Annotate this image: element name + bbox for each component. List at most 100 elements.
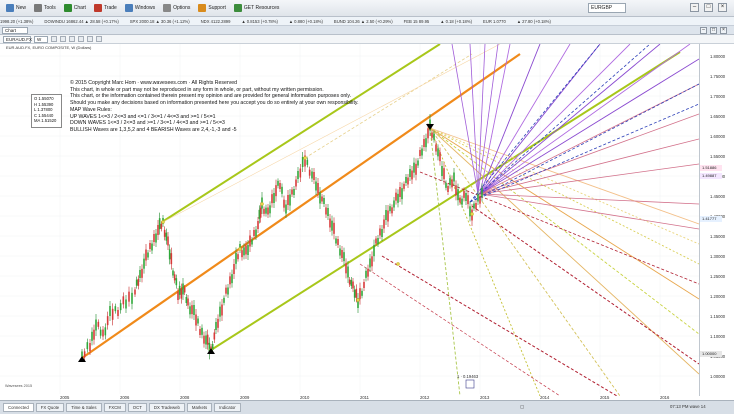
minimize-button[interactable]: – bbox=[690, 3, 699, 12]
candle-body bbox=[381, 229, 383, 237]
candle-body bbox=[131, 292, 133, 304]
chart-symbol-input[interactable]: EURAUD.FX bbox=[3, 35, 32, 43]
chart-window-bar: Chart – □ × bbox=[0, 26, 734, 35]
candle-body bbox=[415, 163, 417, 175]
symbol-search-input[interactable]: EURGBP bbox=[588, 3, 626, 13]
candle-body bbox=[437, 148, 439, 157]
text-tool-icon[interactable] bbox=[87, 36, 93, 42]
candle-body bbox=[445, 182, 447, 188]
tab-indicator[interactable]: Indicator bbox=[214, 403, 241, 412]
price-axis-label: 1.00000 bbox=[710, 374, 726, 379]
ticker-item[interactable]: NDX 4122.2899 bbox=[201, 19, 231, 24]
candle-body bbox=[301, 157, 304, 167]
support-button[interactable]: Support bbox=[195, 2, 229, 15]
tab-fxcm[interactable]: FXCM bbox=[103, 403, 126, 412]
ticker-item[interactable]: DOWINDU 16862.44 ▲ 28.58 (+0.17%) bbox=[44, 19, 118, 24]
price-chart[interactable]: EUR.AUD.FX, EURO COMPOSITE, W (Dollars) … bbox=[0, 44, 734, 400]
candle-body bbox=[125, 299, 127, 309]
candle-body bbox=[295, 179, 297, 187]
ticker-item[interactable]: BUND 104.26 ▲ 2.50 (+0.29%) bbox=[334, 19, 393, 24]
zoom-tool-icon[interactable] bbox=[69, 36, 75, 42]
ticker-item[interactable]: ▲ 0.18 (+0.18%) bbox=[440, 19, 472, 24]
candle-body bbox=[265, 207, 267, 214]
ticker-item[interactable]: 1998.20 (+1.38%) bbox=[0, 19, 33, 24]
ticker-item[interactable]: EUR 1.0770 bbox=[483, 19, 506, 24]
price-axis-label: 1.35000 bbox=[710, 234, 726, 239]
price-axis-label: 1.20000 bbox=[710, 294, 726, 299]
candle-body bbox=[205, 335, 207, 345]
candle-body bbox=[403, 183, 405, 189]
candle-body bbox=[401, 188, 403, 200]
candle-body bbox=[109, 306, 111, 316]
candle-body bbox=[479, 195, 481, 204]
tab-dx-tradeweb[interactable]: DX Tradeweb bbox=[148, 403, 185, 412]
candle-body bbox=[263, 208, 265, 214]
ticker-item[interactable]: SPX 2000.18 ▲ 30.36 (+1.12%) bbox=[130, 19, 190, 24]
ticker-item[interactable]: ▲ 27.80 (+0.18%) bbox=[517, 19, 551, 24]
purple-fan-line bbox=[479, 58, 699, 195]
trade-button[interactable]: Trade bbox=[91, 2, 120, 15]
crosshair-tool-icon[interactable] bbox=[60, 36, 66, 42]
timeframe-select[interactable]: W bbox=[34, 35, 48, 43]
price-candles bbox=[81, 114, 483, 361]
candle-body bbox=[277, 180, 279, 186]
ticker-item[interactable]: ▲ 0.8153 (+0.78%) bbox=[241, 19, 277, 24]
resources-icon bbox=[233, 4, 242, 12]
candle-body bbox=[119, 303, 122, 311]
chart-minimize-button[interactable]: – bbox=[700, 27, 707, 34]
status-scroll-handle[interactable]: ▢ bbox=[520, 404, 524, 410]
chart-toolbar: EURAUD.FX W bbox=[0, 35, 734, 44]
candle-body bbox=[217, 318, 219, 328]
candle-body bbox=[433, 133, 435, 140]
chart-close-button[interactable]: × bbox=[720, 27, 727, 34]
quote-ticker: 1998.20 (+1.38%) DOWINDU 16862.44 ▲ 28.5… bbox=[0, 17, 734, 26]
tab-oct[interactable]: OCT bbox=[127, 403, 147, 412]
close-button[interactable]: × bbox=[718, 3, 727, 12]
candle-body bbox=[335, 238, 337, 244]
candle-body bbox=[165, 232, 168, 241]
tab-fx-quote[interactable]: FX Quote bbox=[35, 403, 65, 412]
draw-line-tool-icon[interactable] bbox=[51, 36, 57, 42]
new-button[interactable]: New bbox=[3, 2, 29, 15]
candle-body bbox=[425, 138, 427, 148]
resources-button[interactable]: GET Resources bbox=[231, 2, 282, 15]
candle-body bbox=[477, 194, 479, 202]
candle-body bbox=[206, 334, 209, 345]
tab-time-sales[interactable]: Time & Sales bbox=[66, 403, 102, 412]
candle-body bbox=[241, 250, 243, 258]
windows-icon bbox=[124, 4, 133, 12]
tab-markets[interactable]: Markets bbox=[186, 403, 213, 412]
candle-body bbox=[327, 208, 329, 216]
indicator-tool-icon[interactable] bbox=[96, 36, 102, 42]
candle-body bbox=[417, 160, 419, 166]
candle-body bbox=[371, 256, 373, 267]
ticker-item[interactable]: FEB 15 89.95 bbox=[404, 19, 430, 24]
options-icon bbox=[163, 4, 172, 12]
candle-body bbox=[343, 252, 345, 262]
price-axis-label: 1.45000 bbox=[710, 194, 726, 199]
options-button[interactable]: Options bbox=[160, 2, 193, 15]
candle-body bbox=[134, 289, 136, 295]
chart-button[interactable]: Chart bbox=[61, 2, 89, 15]
chart-maximize-button[interactable]: □ bbox=[710, 27, 717, 34]
windows-button[interactable]: Windows bbox=[122, 2, 158, 15]
candle-body bbox=[170, 253, 173, 265]
pitchfork-tool-icon[interactable] bbox=[78, 36, 84, 42]
candle-body bbox=[102, 329, 104, 337]
chart-window-tab[interactable]: Chart bbox=[2, 27, 28, 34]
candle-body bbox=[407, 177, 409, 185]
maximize-button[interactable]: □ bbox=[704, 3, 713, 12]
candle-body bbox=[189, 306, 191, 315]
tools-button[interactable]: Tools bbox=[31, 2, 59, 15]
candle-body bbox=[223, 297, 225, 303]
candle-body bbox=[449, 178, 451, 186]
candle-body bbox=[359, 288, 361, 300]
new-icon bbox=[6, 4, 14, 12]
candle-body bbox=[195, 314, 197, 326]
candle-body bbox=[157, 225, 159, 235]
candle-body bbox=[306, 159, 309, 165]
ticker-item[interactable]: ▲ 0.880 (+0.18%) bbox=[289, 19, 323, 24]
red-fan-line bbox=[381, 255, 618, 396]
price-axis-label: 1.60000 bbox=[710, 134, 726, 139]
tab-connected[interactable]: Connected bbox=[3, 403, 34, 412]
